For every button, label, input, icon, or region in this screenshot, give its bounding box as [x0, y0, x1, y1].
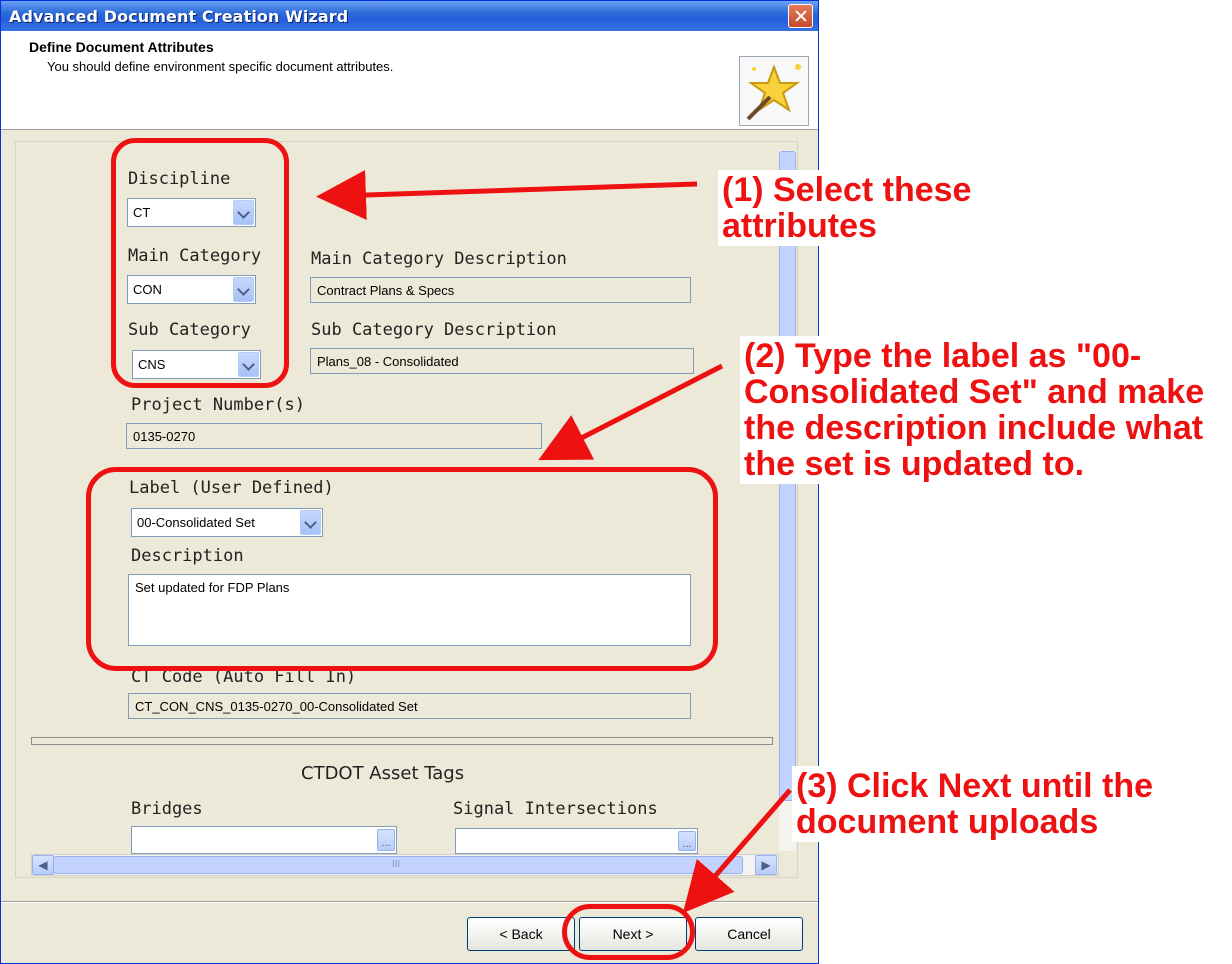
project-number-value: 0135-0270	[133, 429, 196, 444]
sub-category-desc-value: Plans_08 - Consolidated	[317, 354, 459, 369]
signals-browse-button[interactable]: ...	[678, 831, 696, 851]
annotation-ring-label	[86, 467, 718, 671]
close-icon[interactable]	[788, 4, 813, 28]
annotation-step1: (1) Select these attributes	[718, 170, 1048, 246]
annotation-step3: (3) Click Next until the document upload…	[792, 766, 1228, 842]
page-subtitle: You should define environment specific d…	[47, 59, 394, 74]
ct-code-value: CT_CON_CNS_0135-0270_00-Consolidated Set	[135, 699, 418, 714]
main-category-desc-label: Main Category Description	[311, 249, 567, 269]
bridges-field[interactable]: ...	[131, 826, 397, 854]
project-number-field: 0135-0270	[126, 423, 542, 449]
project-number-label: Project Number(s)	[131, 395, 305, 415]
ct-code-field: CT_CON_CNS_0135-0270_00-Consolidated Set	[128, 693, 691, 719]
annotation-ring-attributes	[111, 138, 289, 388]
asset-tags-title: CTDOT Asset Tags	[301, 763, 465, 784]
window-title: Advanced Document Creation Wizard	[9, 7, 349, 26]
title-bar: Advanced Document Creation Wizard	[1, 1, 818, 31]
bridges-browse-button[interactable]: ...	[377, 829, 395, 851]
page-title: Define Document Attributes	[29, 39, 214, 55]
footer-divider	[1, 901, 818, 903]
back-button[interactable]: < Back	[467, 917, 575, 951]
separator	[31, 737, 773, 745]
scroll-left-icon[interactable]: ◀	[32, 855, 54, 875]
signal-intersections-field[interactable]: ...	[455, 828, 698, 854]
horizontal-scroll-thumb[interactable]: III	[53, 856, 743, 874]
bridges-label: Bridges	[131, 799, 203, 819]
signal-intersections-label: Signal Intersections	[453, 799, 658, 819]
annotation-step2: (2) Type the label as "00-Consolidated S…	[740, 336, 1220, 484]
cancel-button[interactable]: Cancel	[695, 917, 803, 951]
scroll-right-icon[interactable]: ▶	[755, 855, 777, 875]
scroll-grip: III	[392, 859, 401, 870]
main-category-desc-field: Contract Plans & Specs	[310, 277, 691, 303]
sub-category-desc-label: Sub Category Description	[311, 320, 557, 340]
wizard-wand-icon	[739, 56, 809, 126]
sub-category-desc-field: Plans_08 - Consolidated	[310, 348, 694, 374]
main-category-desc-value: Contract Plans & Specs	[317, 283, 455, 298]
annotation-ring-next	[562, 904, 695, 960]
